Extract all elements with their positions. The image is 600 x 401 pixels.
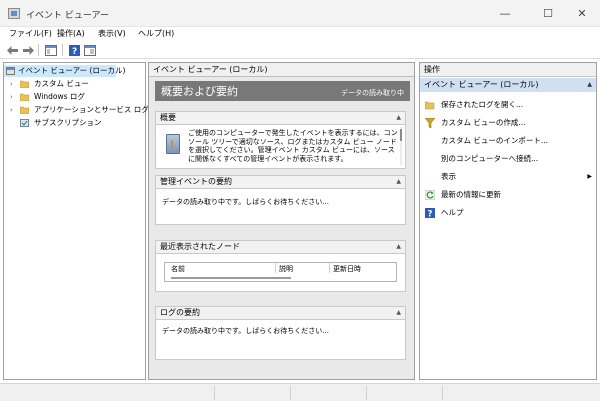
chevron-right-icon[interactable]: › (10, 91, 13, 103)
overview-title: 概要および要約 (161, 85, 238, 98)
folder-icon (19, 106, 30, 115)
properties-icon[interactable] (84, 44, 96, 56)
collapse-caret-icon[interactable]: ▲ (396, 112, 401, 124)
folder-open-icon (425, 100, 435, 110)
collapse-caret-icon[interactable]: ▲ (396, 176, 401, 188)
status-bar-separator (442, 386, 443, 400)
log-summary-section-body: データの読み取り中です。しばらくお待ちください... (155, 320, 406, 360)
refresh-icon (425, 190, 435, 200)
menu-bar: ファイル(F) 操作(A) 表示(V) ヘルプ(H) (0, 27, 600, 41)
title-bar[interactable]: イベント ビューアー — ☐ ✕ (0, 0, 600, 27)
center-pane-header: イベント ビューアー (ローカル) (149, 63, 414, 77)
menu-view[interactable]: 表示(V) (98, 27, 126, 41)
event-viewer-app-icon (8, 8, 20, 19)
help-icon: ? (425, 208, 435, 218)
forward-arrow-icon[interactable] (22, 44, 34, 56)
close-button[interactable]: ✕ (562, 0, 600, 27)
recent-nodes-section-title: 最近表示されたノード (160, 242, 240, 251)
event-log-icon (166, 134, 180, 154)
admin-events-section-body: データの読み取り中です。しばらくお待ちください... (155, 189, 406, 225)
folder-icon (19, 80, 30, 89)
column-header-name[interactable]: 名前 (171, 264, 185, 274)
log-summary-loading-text: データの読み取り中です。しばらくお待ちください... (162, 327, 329, 335)
collapse-caret-icon[interactable]: ▲ (587, 78, 592, 92)
tree-item-event-viewer-local[interactable]: イベント ビューアー (ローカル) (4, 65, 125, 77)
summary-section-header[interactable]: 概要 ▲ (155, 111, 406, 125)
action-refresh[interactable]: 最新の情報に更新 (420, 186, 596, 204)
console-tree: イベント ビューアー (ローカル) › カスタム ビュー › Windows ロ… (3, 62, 149, 380)
action-open-saved-log[interactable]: 保存されたログを開く... (420, 96, 596, 114)
console-tree-icon[interactable] (45, 44, 57, 56)
column-separator (275, 263, 276, 273)
chevron-right-icon[interactable]: › (10, 104, 13, 116)
admin-events-section-header[interactable]: 管理イベントの要約 ▲ (155, 175, 406, 189)
overview-loading-status: データの読み取り中 (341, 89, 404, 97)
status-bar (0, 383, 600, 401)
action-help[interactable]: ? ヘルプ (420, 204, 596, 222)
toolbar-separator (38, 44, 39, 56)
menu-file[interactable]: ファイル(F) (9, 27, 52, 41)
event-viewer-icon (6, 67, 15, 75)
log-summary-section-header[interactable]: ログの要約 ▲ (155, 306, 406, 320)
column-header-description[interactable]: 説明 (279, 264, 293, 274)
action-view[interactable]: 表示 ▶ (420, 168, 596, 186)
recent-nodes-table: 名前 説明 更新日時 (164, 262, 397, 282)
collapse-caret-icon[interactable]: ▲ (396, 241, 401, 253)
folder-icon (19, 93, 30, 102)
status-bar-separator (214, 386, 215, 400)
recent-nodes-scrollbar[interactable] (171, 277, 291, 279)
back-arrow-icon[interactable] (6, 44, 18, 56)
action-import-custom-view[interactable]: カスタム ビューのインポート... (420, 132, 596, 150)
help-icon[interactable]: ? (68, 44, 80, 56)
toolbar: ? (0, 41, 600, 59)
log-summary-section-title: ログの要約 (160, 308, 200, 317)
overview-pane: イベント ビューアー (ローカル) 概要および要約 データの読み取り中 概要 ▲… (148, 62, 415, 380)
column-header-modified[interactable]: 更新日時 (333, 264, 361, 274)
menu-action[interactable]: 操作(A) (57, 27, 85, 41)
chevron-right-icon[interactable]: › (10, 78, 13, 90)
summary-section-title: 概要 (160, 113, 176, 122)
overview-banner: 概要および要約 データの読み取り中 (155, 81, 410, 101)
filter-icon (425, 118, 435, 128)
status-bar-separator (290, 386, 291, 400)
action-create-custom-view[interactable]: カスタム ビューの作成... (420, 114, 596, 132)
menu-help[interactable]: ヘルプ(H) (138, 27, 174, 41)
actions-subheader[interactable]: イベント ビューアー (ローカル) ▲ (420, 78, 596, 92)
actions-subheader-label: イベント ビューアー (ローカル) (424, 80, 539, 89)
admin-events-loading-text: データの読み取り中です。しばらくお待ちください... (162, 198, 329, 206)
submenu-arrow-icon: ▶ (587, 173, 592, 180)
status-bar-separator (366, 386, 367, 400)
svg-text:?: ? (72, 47, 77, 56)
column-separator (329, 263, 330, 273)
actions-pane: 操作 イベント ビューアー (ローカル) ▲ 保存されたログを開く... カスタ… (419, 62, 597, 380)
window-title: イベント ビューアー (26, 11, 109, 21)
tree-item-subscriptions[interactable]: サブスクリプション (4, 117, 144, 129)
admin-events-section-title: 管理イベントの要約 (160, 177, 232, 186)
summary-description: ご使用のコンピューターで発生したイベントを表示するには、コンソール ツリーで適切… (188, 129, 398, 163)
toolbar-separator (62, 44, 63, 56)
recent-nodes-section-body: 名前 説明 更新日時 (155, 254, 406, 292)
minimize-button[interactable]: — (485, 0, 525, 27)
tree-item-custom-views[interactable]: › カスタム ビュー (4, 78, 144, 90)
svg-text:?: ? (428, 210, 433, 219)
tree-item-windows-logs[interactable]: › Windows ログ (4, 91, 144, 103)
tree-item-apps-and-services-logs[interactable]: › アプリケーションとサービス ログ (4, 104, 149, 116)
action-connect-to-computer[interactable]: 別のコンピューターへ接続... (420, 150, 596, 168)
summary-scrollbar[interactable] (399, 127, 403, 165)
collapse-caret-icon[interactable]: ▲ (396, 307, 401, 319)
subscription-icon (20, 119, 29, 127)
summary-section-body: ご使用のコンピューターで発生したイベントを表示するには、コンソール ツリーで適切… (155, 125, 406, 169)
recent-nodes-section-header[interactable]: 最近表示されたノード ▲ (155, 240, 406, 254)
actions-pane-header: 操作 (420, 63, 596, 77)
